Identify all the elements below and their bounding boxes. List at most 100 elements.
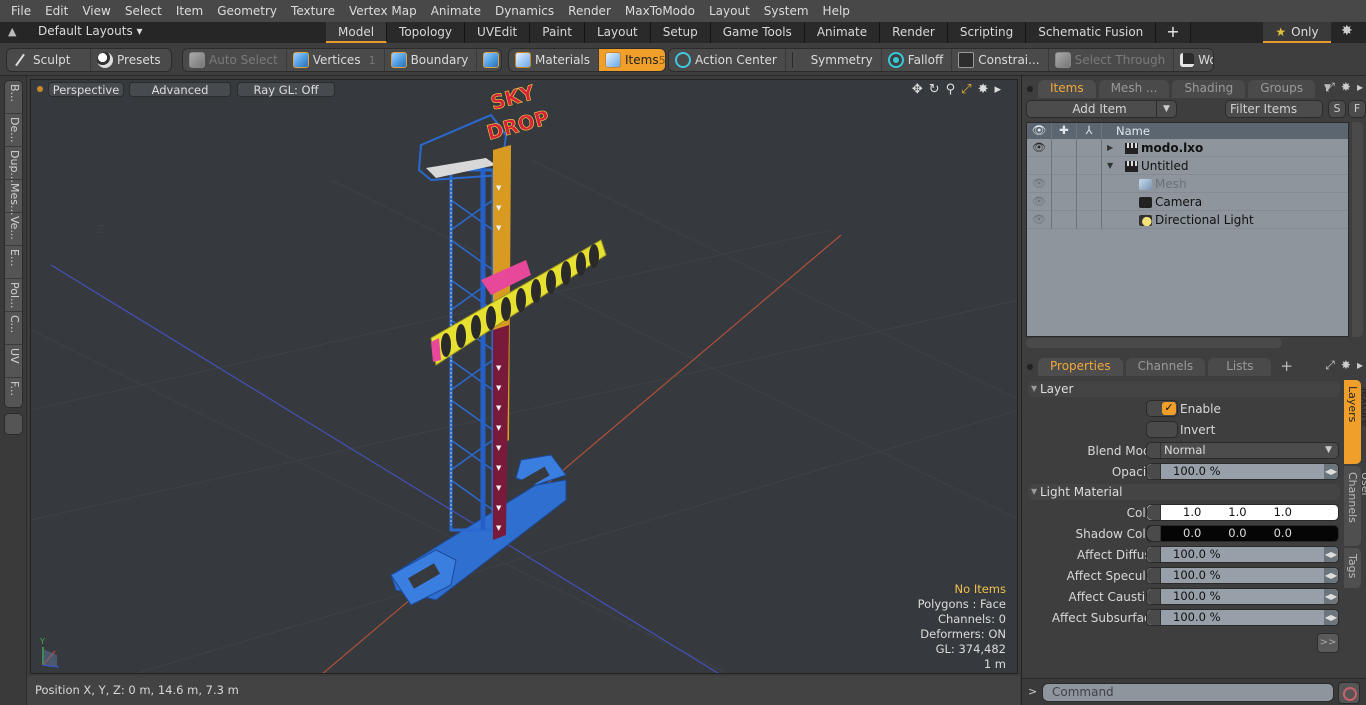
axes-column-icon[interactable]: ⅄ [1077, 123, 1102, 139]
record-macro-button[interactable] [1338, 682, 1360, 704]
command-input[interactable]: Command [1042, 683, 1334, 702]
left-tab-curve[interactable]: C... [5, 312, 22, 345]
3d-viewport[interactable]: -Z ▼ ▼ ▼ ▼ ▼ ▼ ▼ ▼ ▼ ▼ ▼ ▼ SKY DROP Pers… [30, 79, 1018, 674]
affect-subsurface-field[interactable]: 100.0 % ◀▶ [1146, 609, 1339, 626]
tree-vertical-scrollbar[interactable] [1352, 122, 1363, 337]
rotate-view-icon[interactable]: ↻ [929, 82, 940, 97]
tab-paint[interactable]: Paint [530, 22, 585, 43]
menu-help[interactable]: Help [816, 0, 857, 22]
action-center-button[interactable]: Action Center [669, 49, 786, 71]
more-properties-button[interactable]: >> [1317, 633, 1339, 653]
light-material-section-header[interactable]: ▼ Light Material [1028, 484, 1340, 500]
tab-items[interactable]: Items [1038, 80, 1096, 98]
menu-maxtomodo[interactable]: MaxToModo [618, 0, 702, 22]
tab-setup[interactable]: Setup [650, 22, 711, 43]
menu-geometry[interactable]: Geometry [210, 0, 284, 22]
slider-arrows-icon[interactable]: ◀▶ [1324, 589, 1338, 604]
sky-drop-tower-model[interactable]: ▼▼▼ ▼▼▼ ▼▼▼ ▼▼▼ SKY DROP [390, 80, 607, 606]
slider-arrows-icon[interactable]: ◀▶ [1324, 547, 1338, 562]
panel-more-icon[interactable]: ▸ [1357, 358, 1363, 373]
tab-render[interactable]: Render [880, 22, 948, 43]
tab-shading[interactable]: Shading [1172, 80, 1246, 98]
polygons-button[interactable]: Polygons [477, 49, 501, 71]
menu-animate[interactable]: Animate [424, 0, 488, 22]
add-properties-tab-button[interactable]: + [1274, 358, 1299, 376]
add-item-button[interactable]: Add Item [1026, 100, 1173, 118]
left-tab-duplicate[interactable]: Dup... [5, 147, 22, 183]
tree-row[interactable]: 👁 Directional Light [1027, 211, 1348, 229]
slider-arrows-icon[interactable]: ◀▶ [1324, 568, 1338, 583]
menu-edit[interactable]: Edit [38, 0, 75, 22]
menu-select[interactable]: Select [118, 0, 169, 22]
items-button[interactable]: Items 5 [599, 49, 665, 71]
sculpt-button[interactable]: Sculpt [7, 49, 91, 71]
eye-icon[interactable]: 👁 [1027, 139, 1052, 157]
affect-specular-field[interactable]: 100.0 % ◀▶ [1146, 567, 1339, 584]
slider-arrows-icon[interactable]: ◀▶ [1324, 464, 1338, 479]
select-through-button[interactable]: Select Through [1049, 49, 1175, 71]
s-button[interactable]: S [1328, 100, 1346, 118]
tab-schematic-fusion[interactable]: Schematic Fusion [1026, 22, 1157, 43]
tree-row[interactable]: ▼ Untitled [1027, 157, 1348, 175]
expand-panel-icon[interactable]: ⤢ [1325, 358, 1335, 373]
tab-scripting[interactable]: Scripting [947, 22, 1027, 43]
opacity-field[interactable]: 100.0 % ◀▶ [1146, 463, 1339, 480]
tab-layout[interactable]: Layout [584, 22, 651, 43]
perspective-button[interactable]: Perspective [48, 82, 124, 97]
gear-icon[interactable]: ✸ [1341, 23, 1353, 39]
left-tab-f[interactable]: F... [5, 378, 22, 411]
panel-gear-icon[interactable]: ✸ [1341, 80, 1351, 95]
tab-user-channels[interactable]: User Channels [1344, 466, 1366, 546]
name-column-header[interactable]: Name [1102, 123, 1150, 139]
expand-panel-icon[interactable]: ⤢ [1325, 80, 1335, 95]
eye-icon[interactable]: 👁 [1027, 175, 1052, 193]
add-tab-button[interactable]: + [1156, 22, 1191, 43]
tree-row[interactable]: 👁 Camera [1027, 193, 1348, 211]
tree-horizontal-scrollbar[interactable] [1026, 338, 1282, 348]
enable-checkbox[interactable]: ✓ [1146, 400, 1178, 417]
shadow-color-field[interactable]: 0.0 0.0 0.0 [1146, 525, 1339, 542]
tab-channels[interactable]: Channels [1125, 358, 1206, 376]
left-tab-mesh[interactable]: Mes... [5, 180, 22, 215]
workplane-button[interactable]: WorkPlane [1174, 49, 1213, 71]
affect-caustics-field[interactable]: 100.0 % ◀▶ [1146, 588, 1339, 605]
maximize-view-icon[interactable]: ⤢ [961, 82, 971, 97]
menu-dynamics[interactable]: Dynamics [488, 0, 561, 22]
visibility-column-icon[interactable]: 👁 [1027, 123, 1052, 139]
color-field[interactable]: 1.0 1.0 1.0 [1146, 504, 1339, 521]
tab-game-tools[interactable]: Game Tools [710, 22, 805, 43]
left-tab-uv[interactable]: UV [5, 345, 22, 378]
tab-uvedit[interactable]: UVEdit [465, 22, 531, 43]
falloff-button[interactable]: Falloff [882, 49, 953, 71]
eye-icon[interactable]: 👁 [1027, 193, 1052, 211]
blend-mode-select[interactable]: Normal ▼ [1146, 442, 1339, 459]
tab-texture-layers[interactable]: Texture Layers [1344, 380, 1366, 464]
menu-item[interactable]: Item [169, 0, 210, 22]
shading-mode-button[interactable]: Advanced [129, 82, 231, 97]
auto-select-button[interactable]: Auto Select [183, 49, 287, 71]
constraints-button[interactable]: Constrai... [952, 49, 1049, 71]
left-tab-deform[interactable]: De... [5, 114, 22, 147]
default-layouts-dropdown[interactable]: Default Layouts ▾ [38, 24, 143, 38]
presets-button[interactable]: Presets [91, 49, 169, 71]
tab-lists[interactable]: Lists [1208, 358, 1272, 376]
tab-groups[interactable]: Groups [1248, 80, 1315, 98]
f-button[interactable]: F [1348, 100, 1366, 118]
menu-vertex-map[interactable]: Vertex Map [342, 0, 424, 22]
menu-system[interactable]: System [757, 0, 816, 22]
collapse-up-icon[interactable]: ▲ [8, 25, 22, 39]
filter-items-input[interactable]: Filter Items [1225, 100, 1323, 118]
tab-topology[interactable]: Topology [387, 22, 466, 43]
lock-column-icon[interactable]: ✚ [1052, 123, 1077, 139]
boundary-button[interactable]: Boundary [385, 49, 478, 71]
left-tab-vertex[interactable]: Ve... [5, 213, 22, 246]
viewport-more-icon[interactable]: ▸ [994, 82, 1001, 97]
tab-animate[interactable]: Animate [804, 22, 881, 43]
menu-file[interactable]: File [4, 0, 38, 22]
menu-view[interactable]: View [75, 0, 117, 22]
eye-icon[interactable]: 👁 [1027, 211, 1052, 229]
tab-tags[interactable]: Tags [1344, 548, 1361, 588]
tree-row[interactable]: 👁 ▶ modo.lxo [1027, 139, 1348, 157]
tab-properties[interactable]: Properties [1038, 358, 1123, 376]
zoom-view-icon[interactable]: ⚲ [946, 82, 956, 97]
